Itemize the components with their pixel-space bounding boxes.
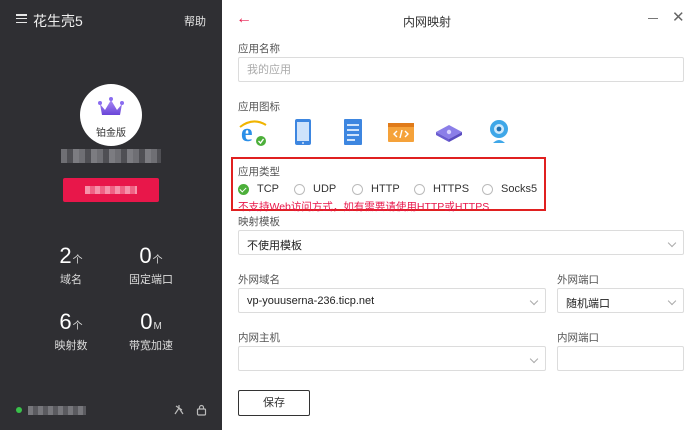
stat-value: 0 <box>140 309 153 334</box>
router-icon[interactable] <box>434 117 464 147</box>
radio-label: UDP <box>313 183 337 195</box>
stat-label: 固定端口 <box>129 274 173 286</box>
stat-label: 映射数 <box>54 340 88 352</box>
chevron-down-icon <box>667 296 677 306</box>
app-name-input[interactable] <box>239 58 683 81</box>
app-icon-label: 应用图标 <box>238 101 280 113</box>
chevron-down-icon <box>529 354 539 364</box>
username-redacted <box>61 149 161 163</box>
save-button[interactable]: 保存 <box>238 390 310 416</box>
avatar[interactable]: 铂金版 <box>80 84 142 146</box>
stat-value: 2 <box>59 243 72 268</box>
network-icon[interactable] <box>173 404 185 416</box>
ext-port-label: 外网端口 <box>557 274 599 286</box>
document-icon[interactable] <box>338 117 368 147</box>
stat-unit: M <box>153 321 162 332</box>
tier-label: 铂金版 <box>96 128 126 139</box>
stat-label: 带宽加速 <box>129 340 173 352</box>
template-label: 映射模板 <box>238 216 280 228</box>
tablet-icon[interactable] <box>288 117 318 147</box>
stat-unit: 个 <box>72 321 83 332</box>
protocol-warning: 不支持Web访问方式，如有需要请使用HTTP或HTTPS <box>238 201 490 213</box>
app-title: 花生壳5 <box>33 13 83 29</box>
ext-domain-value: vp-youuserna-236.ticp.net <box>247 295 375 307</box>
int-port-field[interactable] <box>557 346 684 371</box>
ext-port-value: 随机端口 <box>566 298 610 310</box>
lock-icon[interactable] <box>196 404 207 416</box>
radio-circle-icon <box>294 184 305 195</box>
radio-label: TCP <box>257 183 279 195</box>
help-link[interactable]: 帮助 <box>184 13 206 29</box>
menu-icon[interactable] <box>16 14 27 24</box>
account-id-redacted <box>28 406 86 415</box>
stat-fixed-ports[interactable]: 0个 固定端口 <box>116 243 186 287</box>
ext-domain-select[interactable]: vp-youuserna-236.ticp.net <box>238 288 546 313</box>
app-name-label: 应用名称 <box>238 43 280 55</box>
ext-port-select[interactable]: 随机端口 <box>557 288 684 313</box>
sidebar-topbar: 花生壳5 帮助 <box>0 0 222 38</box>
stat-value: 0 <box>139 243 152 268</box>
ie-icon[interactable]: e <box>238 117 268 147</box>
close-icon[interactable]: ✕ <box>672 10 685 25</box>
crown-icon <box>98 97 124 115</box>
int-host-label: 内网主机 <box>238 332 280 344</box>
app-type-label: 应用类型 <box>238 166 280 178</box>
stat-mappings[interactable]: 6个 映射数 <box>36 309 106 353</box>
radio-label: HTTP <box>371 183 400 195</box>
code-window-icon[interactable] <box>386 117 416 147</box>
sidebar: 花生壳5 帮助 铂金版 2个 域名 0个 固定端口 6个 映射数 0M 带宽加速 <box>0 0 222 430</box>
stat-unit: 个 <box>72 255 83 266</box>
radio-label: Socks5 <box>501 183 538 195</box>
dialog-title: 内网映射 <box>402 15 451 29</box>
radio-circle-icon <box>482 184 493 195</box>
port-mapping-dialog: ← 内网映射 ✕ 应用名称 应用图标 e <box>222 0 700 430</box>
template-select[interactable]: 不使用模板 <box>238 230 684 255</box>
int-host-select[interactable] <box>238 346 546 371</box>
online-status-icon <box>16 407 22 413</box>
minimize-icon[interactable] <box>648 18 658 19</box>
radio-label: HTTPS <box>433 183 470 195</box>
app-name-field[interactable] <box>238 57 684 82</box>
stat-domains[interactable]: 2个 域名 <box>36 243 106 287</box>
ext-domain-label: 外网域名 <box>238 274 280 286</box>
radio-circle-icon <box>352 184 363 195</box>
stat-bandwidth[interactable]: 0M 带宽加速 <box>116 309 186 353</box>
int-port-label: 内网端口 <box>557 332 599 344</box>
chevron-down-icon <box>529 296 539 306</box>
radio-checked-icon <box>238 184 249 195</box>
account-button[interactable] <box>63 178 159 202</box>
chevron-down-icon <box>667 238 677 248</box>
stat-value: 6 <box>59 309 72 334</box>
radio-circle-icon <box>414 184 425 195</box>
stat-unit: 个 <box>152 255 163 266</box>
template-value: 不使用模板 <box>247 240 302 252</box>
camera-icon[interactable] <box>484 117 514 147</box>
status-bar <box>16 404 216 418</box>
stat-label: 域名 <box>60 274 82 286</box>
